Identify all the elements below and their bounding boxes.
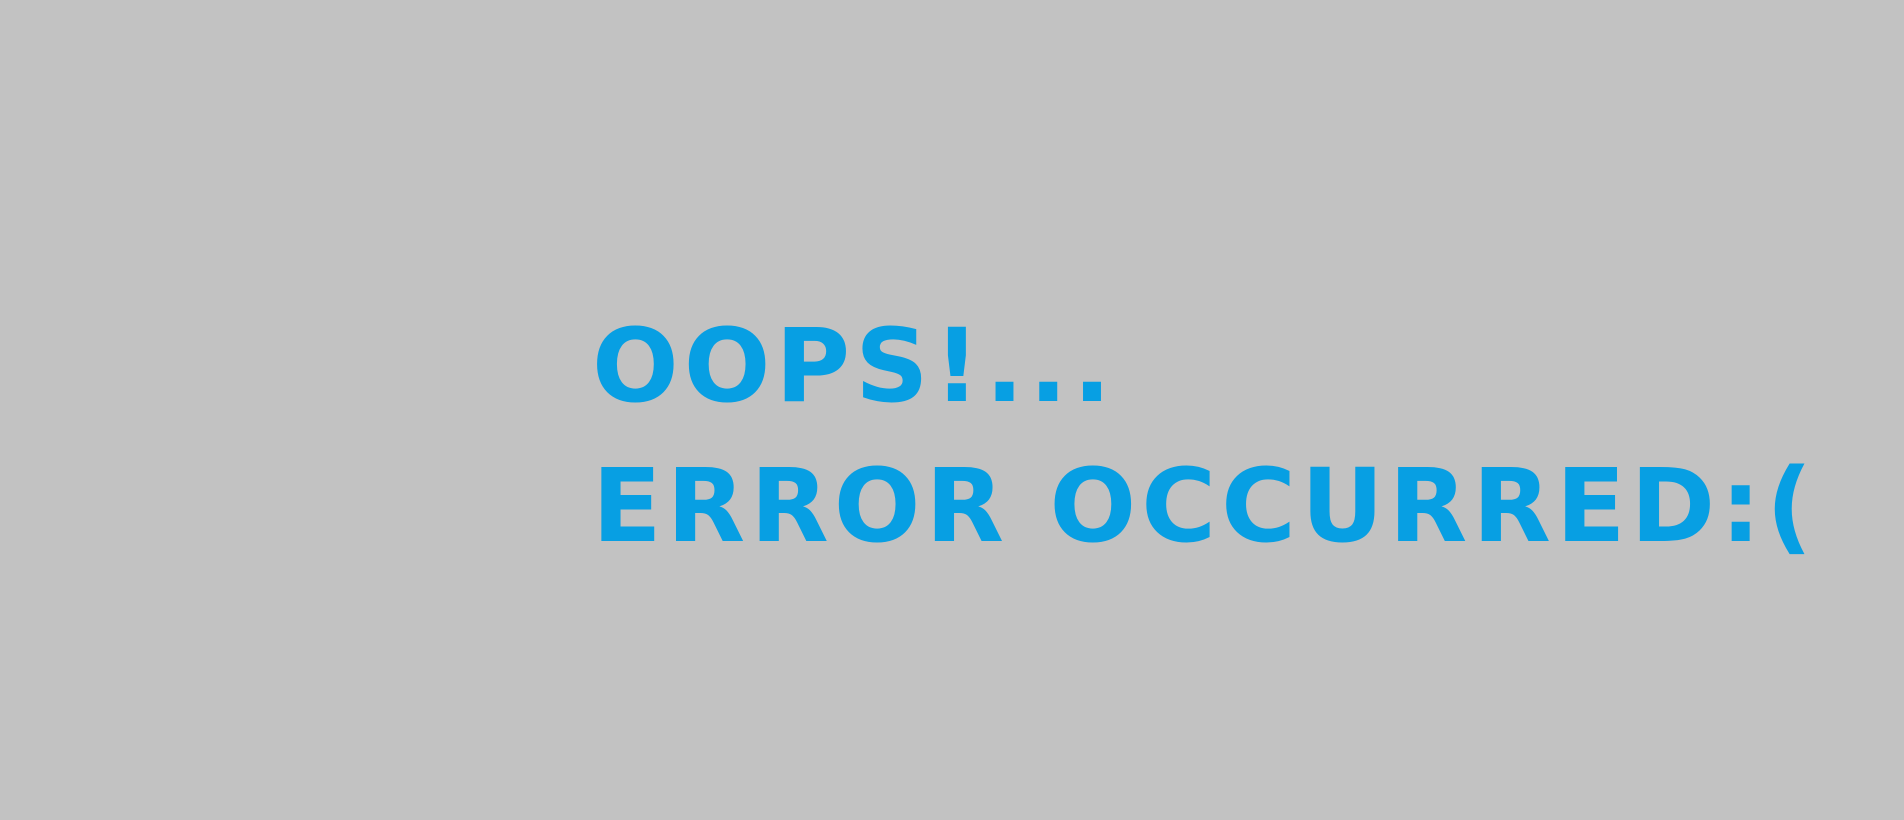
error-message: ERROR OCCURRED:(	[592, 447, 1818, 566]
error-screen: OOPS!... ERROR OCCURRED:(	[0, 0, 1904, 820]
error-headline: OOPS!...	[592, 307, 1117, 426]
